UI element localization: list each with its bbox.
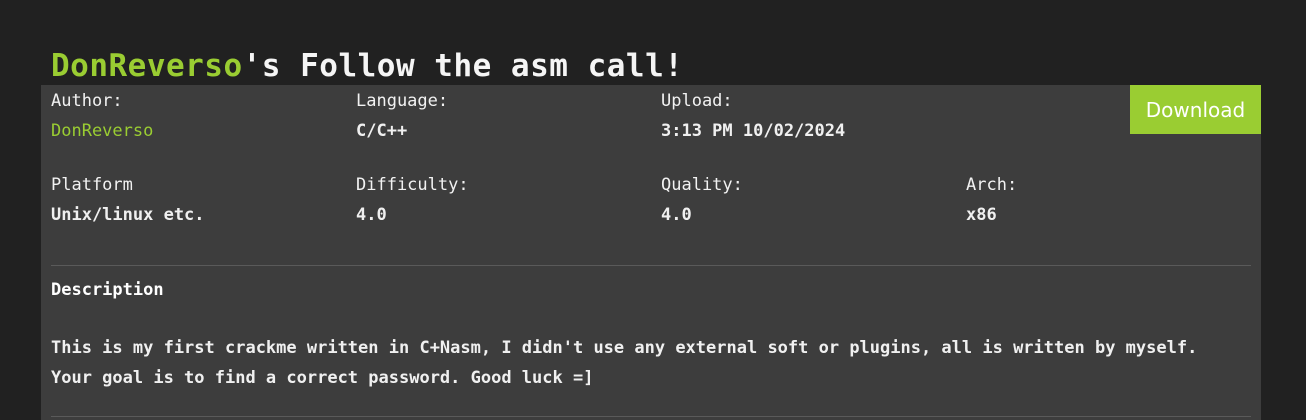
title-author-link[interactable]: DonReverso <box>51 48 243 84</box>
author-label: Author: <box>51 91 123 111</box>
quality-label: Quality: <box>661 175 743 195</box>
description-heading: Description <box>51 280 164 300</box>
divider-bottom <box>51 416 1251 417</box>
upload-label: Upload: <box>661 91 733 111</box>
description-text: This is my first crackme written in C+Na… <box>51 338 1198 388</box>
divider-top <box>51 265 1251 266</box>
title-text: 's Follow the asm call! <box>242 47 684 84</box>
difficulty-label: Difficulty: <box>356 175 469 195</box>
quality-value: 4.0 <box>661 205 692 225</box>
language-value: C/C++ <box>356 121 408 141</box>
language-label: Language: <box>356 91 449 111</box>
platform-value: Unix/linux etc. <box>51 205 205 225</box>
platform-label: Platform <box>51 175 133 195</box>
author-link[interactable]: DonReverso <box>51 121 153 141</box>
arch-label: Arch: <box>966 175 1018 195</box>
download-button[interactable]: Download <box>1130 85 1261 134</box>
crackme-info-card: Author: DonReverso Language: C/C++ Uploa… <box>41 85 1261 420</box>
page-title: DonReverso's Follow the asm call! <box>51 48 683 84</box>
arch-value: x86 <box>966 205 997 225</box>
difficulty-value: 4.0 <box>356 205 387 225</box>
upload-value: 3:13 PM 10/02/2024 <box>661 121 846 141</box>
